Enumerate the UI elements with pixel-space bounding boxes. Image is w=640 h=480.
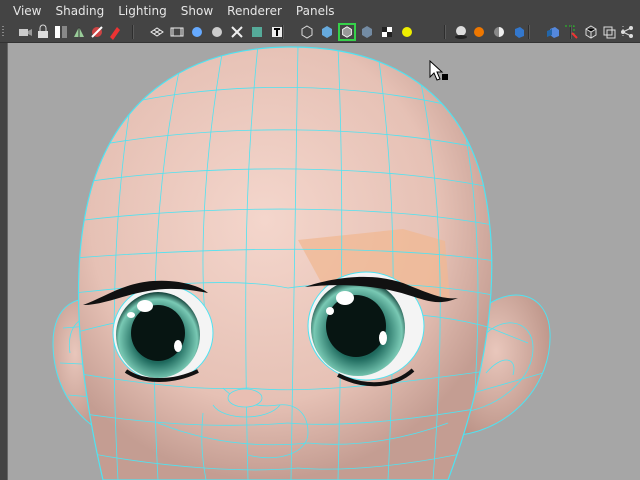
menu-items: View Shading Lighting Show Renderer Panels (6, 0, 342, 22)
use-all-lights-icon (402, 27, 412, 37)
toolbar-grip[interactable] (2, 26, 4, 38)
wireframe-icon (301, 25, 313, 39)
toolbar-separator (132, 25, 134, 39)
xray-icon (362, 26, 372, 38)
gate-mask-icon[interactable] (208, 23, 226, 41)
scene-svg (52, 46, 551, 480)
textured-icon[interactable] (378, 23, 396, 41)
menu-lighting[interactable]: Lighting (111, 0, 174, 22)
resolution-gate-icon (192, 27, 202, 37)
grid-icon[interactable] (148, 23, 166, 41)
safe-action-icon (252, 27, 262, 37)
camera-attributes-icon[interactable] (52, 23, 70, 41)
menu-view[interactable]: View (6, 0, 48, 22)
select-camera-icon[interactable] (16, 23, 34, 41)
xray-active-components-icon[interactable] (600, 23, 618, 41)
image-plane-icon[interactable] (88, 23, 106, 41)
mouse-cursor-icon (429, 60, 448, 81)
safe-title-icon[interactable] (268, 23, 286, 41)
screen-space-ao-icon (474, 27, 484, 37)
shadows-icon (455, 26, 467, 39)
2d-pan-zoom-icon (110, 27, 120, 40)
toolbar-separator (444, 25, 446, 39)
xray-joints-icon[interactable] (582, 23, 600, 41)
lock-camera-icon (38, 24, 48, 38)
xray-joints-icon (585, 25, 597, 39)
use-all-lights-icon[interactable] (398, 23, 416, 41)
anti-alias-icon (515, 27, 524, 38)
smooth-shade-icon (322, 26, 332, 38)
grid-icon (150, 27, 164, 37)
bookmark-icon[interactable] (70, 23, 88, 41)
menu-show[interactable]: Show (174, 0, 220, 22)
safe-title-icon (272, 27, 282, 37)
panel-toolbar (0, 22, 640, 43)
maya-viewport-panel: View Shading Lighting Show Renderer Panels (0, 0, 640, 480)
wireframe-icon[interactable] (298, 23, 316, 41)
menu-shading[interactable]: Shading (48, 0, 111, 22)
film-gate-icon[interactable] (168, 23, 186, 41)
motion-blur-icon[interactable] (490, 23, 508, 41)
motion-blur-icon (494, 27, 504, 37)
shadows-icon[interactable] (452, 23, 470, 41)
gate-mask-icon (212, 27, 222, 37)
panel-menu-bar: View Shading Lighting Show Renderer Panels (0, 0, 640, 23)
select-camera-icon (19, 29, 32, 36)
field-chart-icon (231, 26, 243, 38)
smooth-shade-icon[interactable] (318, 23, 336, 41)
depth-of-field-icon (547, 27, 559, 38)
lock-camera-icon[interactable] (34, 23, 52, 41)
2d-pan-zoom-icon[interactable] (106, 23, 124, 41)
share-icon[interactable] (618, 23, 636, 41)
image-plane-icon (91, 26, 103, 38)
menu-panels[interactable]: Panels (289, 0, 342, 22)
film-gate-icon (170, 27, 184, 37)
isolate-select-icon[interactable] (562, 23, 580, 41)
screen-space-ao-icon[interactable] (470, 23, 488, 41)
xray-icon[interactable] (358, 23, 376, 41)
anti-alias-icon[interactable] (510, 23, 528, 41)
field-chart-icon[interactable] (228, 23, 246, 41)
share-icon (621, 26, 633, 38)
safe-action-icon[interactable] (248, 23, 266, 41)
bookmark-icon (74, 27, 84, 37)
3d-viewport[interactable] (7, 43, 640, 480)
isolate-select-icon (565, 25, 578, 39)
depth-of-field-icon[interactable] (544, 23, 562, 41)
wireframe-on-shaded-icon (342, 26, 352, 38)
wireframe-on-shaded-icon[interactable] (338, 23, 356, 41)
xray-active-components-icon (603, 26, 616, 39)
textured-icon (382, 27, 392, 37)
toolbar-separator (528, 25, 530, 39)
resolution-gate-icon[interactable] (188, 23, 206, 41)
camera-attributes-icon (55, 26, 67, 38)
menu-renderer[interactable]: Renderer (220, 0, 289, 22)
